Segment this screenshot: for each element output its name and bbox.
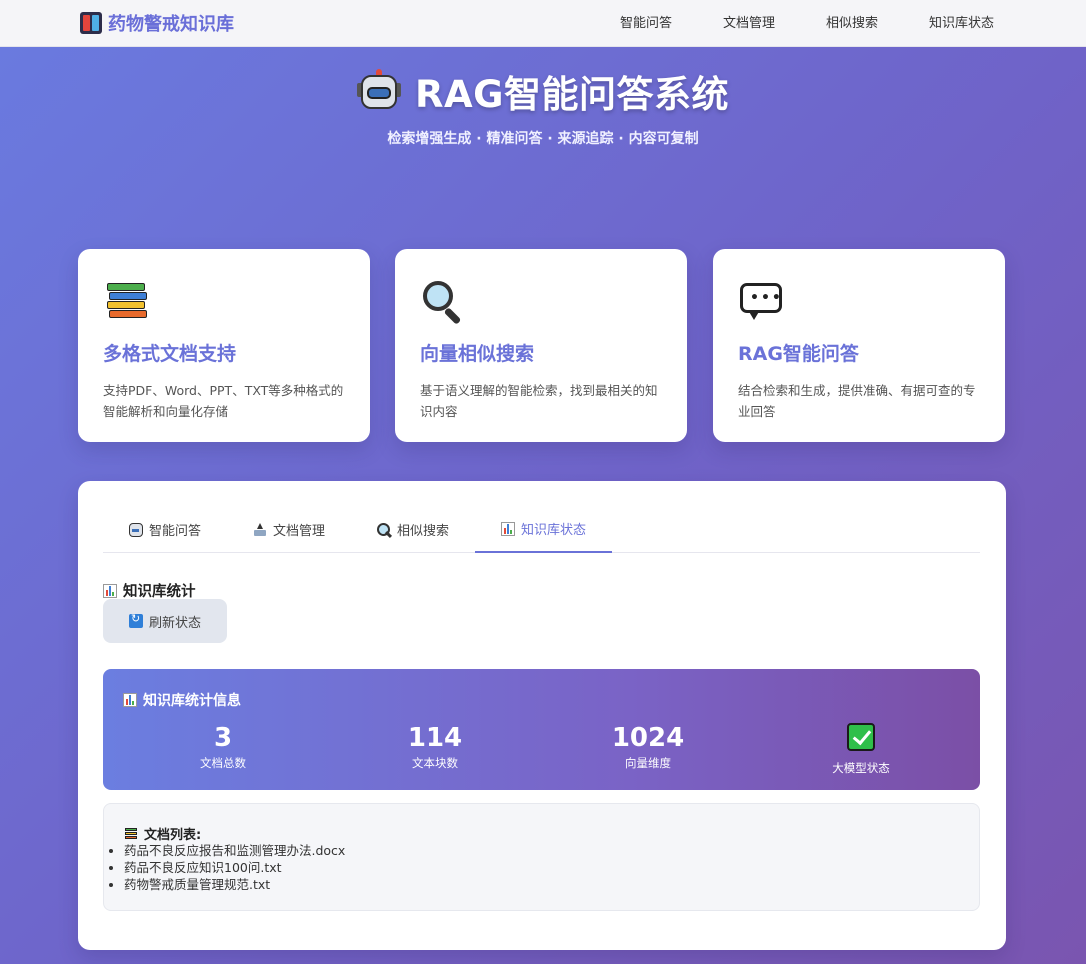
- feature-title: 多格式文档支持: [103, 343, 237, 365]
- books-icon: [124, 827, 138, 841]
- top-nav-bar: 药物警戒知识库 智能问答 文档管理 相似搜索 知识库状态: [0, 0, 1086, 47]
- feature-card-formats: 多格式文档支持 支持PDF、Word、PPT、TXT等多种格式的智能解析和向量化…: [78, 249, 370, 442]
- stats-panel: 知识库统计信息 3 文档总数 114 文本块数 1024 向量维度 大模型状态: [103, 669, 980, 790]
- feature-desc: 基于语义理解的智能检索，找到最相关的知识内容: [420, 383, 658, 419]
- main-panel: 智能问答 文档管理 相似搜索 知识库状态 知识库统计 刷新状态 知识库统计信息 …: [78, 481, 1006, 950]
- stat-value: 3: [213, 723, 233, 753]
- tab-label: 相似搜索: [397, 524, 450, 539]
- main-nav: 智能问答 文档管理 相似搜索 知识库状态: [620, 12, 994, 31]
- pill-logo-icon: [80, 12, 102, 34]
- nav-link-search[interactable]: 相似搜索: [826, 12, 878, 31]
- stat-value: 114: [407, 723, 463, 753]
- stats-title: 知识库统计信息: [123, 690, 241, 710]
- tab-label: 文档管理: [273, 524, 326, 539]
- robot-icon: [129, 522, 143, 537]
- list-item: 药物警戒质量管理规范.txt: [124, 876, 345, 893]
- stat-label: 大模型状态: [832, 761, 890, 775]
- document-list-title-text: 文档列表:: [144, 828, 202, 843]
- brand-title: 药物警戒知识库: [108, 14, 234, 35]
- stat-label: 文档总数: [200, 756, 246, 770]
- search-icon: [377, 522, 391, 537]
- tab-search[interactable]: 相似搜索: [351, 506, 475, 553]
- robot-icon: [357, 69, 401, 113]
- tab-label: 智能问答: [149, 524, 202, 539]
- chart-icon: [501, 521, 516, 536]
- stat-vector-dim: 1024 向量维度: [548, 723, 748, 771]
- stat-llm-status: 大模型状态: [761, 723, 961, 776]
- tab-bar: 智能问答 文档管理 相似搜索 知识库状态: [103, 506, 980, 553]
- chart-icon: [123, 693, 137, 707]
- feature-desc: 结合检索和生成，提供准确、有据可查的专业回答: [738, 383, 976, 419]
- list-item: 药品不良反应知识100问.txt: [124, 859, 345, 876]
- nav-link-status[interactable]: 知识库状态: [929, 12, 994, 31]
- feature-title: 向量相似搜索: [420, 343, 535, 365]
- feature-card-search: 向量相似搜索 基于语义理解的智能检索，找到最相关的知识内容: [395, 249, 687, 442]
- stat-label: 文本块数: [412, 756, 458, 770]
- page-subtitle: 检索增强生成 · 精准问答 · 来源追踪 · 内容可复制: [387, 131, 699, 147]
- tab-documents[interactable]: 文档管理: [227, 506, 351, 553]
- refresh-icon: [128, 612, 143, 628]
- nav-link-documents[interactable]: 文档管理: [723, 12, 775, 31]
- tab-status[interactable]: 知识库状态: [475, 506, 613, 553]
- check-icon: [847, 723, 875, 751]
- page-title: RAG智能问答系统: [415, 73, 729, 116]
- speech-bubble-icon: •••: [738, 279, 784, 325]
- magnifier-icon: [420, 279, 466, 325]
- brand[interactable]: 药物警戒知识库: [80, 10, 234, 36]
- feature-card-rag: ••• RAG智能问答 结合检索和生成，提供准确、有据可查的专业回答: [713, 249, 1005, 442]
- document-list-title: 文档列表:: [124, 824, 201, 843]
- refresh-label: 刷新状态: [148, 615, 201, 631]
- section-title-text: 知识库统计: [123, 584, 196, 600]
- tab-label: 知识库状态: [521, 523, 587, 538]
- feature-desc: 支持PDF、Word、PPT、TXT等多种格式的智能解析和向量化存储: [103, 383, 344, 419]
- stat-value: 1024: [611, 723, 685, 753]
- stat-chunk-count: 114 文本块数: [335, 723, 535, 771]
- stats-title-text: 知识库统计信息: [143, 693, 241, 709]
- upload-icon: [253, 522, 267, 537]
- refresh-status-button[interactable]: 刷新状态: [103, 599, 227, 643]
- nav-link-qa[interactable]: 智能问答: [620, 12, 672, 31]
- list-item: 药品不良反应报告和监测管理办法.docx: [124, 842, 345, 859]
- stat-doc-count: 3 文档总数: [123, 723, 323, 771]
- tab-qa[interactable]: 智能问答: [103, 506, 227, 553]
- document-items: 药品不良反应报告和监测管理办法.docx 药品不良反应知识100问.txt 药物…: [124, 842, 345, 893]
- books-icon: [103, 279, 149, 325]
- chart-icon: [103, 583, 117, 598]
- hero-title: RAG智能问答系统: [0, 64, 1086, 118]
- document-list: 文档列表: 药品不良反应报告和监测管理办法.docx 药品不良反应知识100问.…: [103, 803, 980, 911]
- section-title: 知识库统计: [103, 580, 196, 601]
- stat-label: 向量维度: [625, 756, 671, 770]
- feature-title: RAG智能问答: [738, 343, 859, 365]
